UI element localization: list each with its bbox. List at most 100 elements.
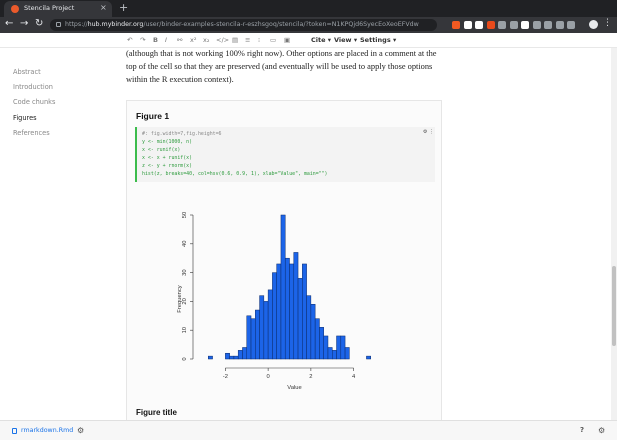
histogram-bar (297, 278, 303, 360)
file-name-link[interactable]: rmarkdown.Rmd (21, 427, 73, 434)
file-icon (12, 428, 17, 434)
tab-close-icon[interactable]: × (100, 3, 107, 12)
histogram-bar (272, 272, 277, 360)
tab-title: Stencila Project (24, 4, 75, 12)
address-bar[interactable]: https://hub.mybinder.org/user/binder-exa… (50, 19, 437, 31)
reload-icon[interactable]: ↻ (35, 18, 43, 29)
superscript-icon[interactable]: x² (190, 36, 196, 44)
extension-icon[interactable] (567, 21, 575, 29)
browser-menu-icon[interactable]: ⋮ (603, 18, 612, 28)
toc-item-abstract[interactable]: Abstract (13, 68, 41, 76)
vertical-scrollbar[interactable] (611, 48, 617, 420)
italic-icon[interactable]: I (165, 36, 167, 44)
code-line: x <- x + runif(x) (142, 155, 193, 161)
body-paragraph[interactable]: (although that is not working 100% right… (126, 48, 446, 86)
help-icon[interactable]: ? (580, 426, 584, 434)
histogram-bar (284, 257, 290, 360)
redo-icon[interactable]: ↷ (140, 36, 145, 44)
url-host: hub.mybinder.org (87, 21, 144, 28)
y-tick-label: 0 (182, 357, 188, 360)
histogram-bar (255, 309, 260, 360)
url-scheme: https:// (65, 21, 88, 28)
histogram-bar (225, 352, 230, 360)
histogram-bar (233, 355, 239, 360)
extension-icon[interactable] (452, 21, 460, 29)
histogram-bar (310, 304, 316, 360)
undo-icon[interactable]: ↶ (127, 36, 132, 44)
x-axis-title: Value (287, 385, 301, 391)
profile-avatar[interactable] (589, 20, 598, 29)
cell-options-icon[interactable]: ⚙ ⋮ (423, 129, 434, 135)
extension-icon[interactable] (463, 21, 472, 29)
code-line: x <- runif(x) (142, 147, 181, 153)
status-bar: rmarkdown.Rmd ⚙ ? ⚙ (0, 420, 617, 440)
toc-item-references[interactable]: References (13, 129, 50, 137)
preferences-gear-icon[interactable]: ⚙ (598, 426, 605, 435)
histogram-chart: 01020304050-2 0 2 4ValueFrequency (177, 212, 371, 391)
settings-gear-icon[interactable]: ⚙ (77, 426, 84, 435)
histogram-bar (267, 289, 273, 360)
stencila-favicon-icon (11, 5, 19, 13)
toc-item-introduction[interactable]: Introduction (13, 83, 53, 91)
cite-menu[interactable]: Cite ▾ (311, 36, 331, 44)
y-tick-label: 50 (182, 212, 188, 218)
histogram-bar (302, 263, 307, 360)
ordered-list-icon[interactable]: ⁝ (258, 36, 260, 44)
y-axis-title: Frequency (177, 285, 183, 312)
histogram-bar (280, 214, 286, 360)
extension-icon[interactable] (521, 21, 529, 29)
extension-icon[interactable] (498, 21, 506, 29)
x-tick-label: 2 (309, 374, 312, 380)
link-icon[interactable]: ⚯ (177, 36, 182, 44)
table-icon[interactable]: ▤ (232, 36, 238, 44)
blockquote-icon[interactable]: ▭ (270, 36, 276, 44)
figure-icon[interactable]: ▣ (284, 36, 290, 44)
histogram-bar (332, 350, 337, 360)
extension-icon[interactable] (486, 21, 495, 29)
histogram-bar (237, 350, 243, 360)
extension-icon[interactable] (555, 21, 564, 29)
list-icon[interactable]: ≡ (245, 36, 250, 44)
histogram-bar (276, 263, 282, 360)
x-tick-label: 0 (267, 374, 270, 380)
extension-icon[interactable] (509, 21, 518, 29)
bold-icon[interactable]: B (153, 36, 158, 44)
y-tick-label: 10 (182, 327, 188, 333)
code-icon[interactable]: </> (216, 36, 229, 44)
histogram-bar (314, 318, 320, 360)
settings-menu[interactable]: Settings ▾ (360, 36, 396, 44)
view-menu[interactable]: View ▾ (334, 36, 357, 44)
code-line: hist(z, breaks=40, col=hsv(0.6, 0.9, 1),… (142, 171, 328, 177)
toc-item-figures[interactable]: Figures (13, 114, 37, 122)
browser-tab-strip: Stencila Project × + (0, 0, 617, 17)
url-path: /user/binder-examples-stencila-r-eszhsgo… (143, 21, 419, 28)
histogram-bar (306, 295, 312, 360)
histogram-bar (250, 318, 256, 360)
code-chunk[interactable]: #: fig.width=7,fig.height=6 y <- min(100… (135, 127, 435, 182)
subscript-icon[interactable]: x₂ (203, 36, 209, 44)
extension-icon[interactable] (532, 21, 541, 29)
histogram-bar (327, 347, 333, 360)
back-arrow-icon[interactable]: ← (5, 18, 13, 29)
forward-arrow-icon[interactable]: → (20, 18, 28, 29)
histogram-bar (263, 301, 269, 360)
code-line: #: fig.width=7,fig.height=6 (142, 131, 222, 137)
scrollbar-thumb[interactable] (612, 266, 616, 346)
browser-tab[interactable]: Stencila Project × (4, 1, 112, 17)
x-tick-label: 4 (352, 374, 356, 380)
toc-item-code-chunks[interactable]: Code chunks (13, 98, 55, 106)
y-tick-label: 30 (182, 269, 188, 275)
browser-toolbar: ← → ↻ https://hub.mybinder.org/user/bind… (0, 17, 617, 33)
histogram-bar (242, 347, 248, 360)
code-line: y <- min(1000, n) (142, 139, 193, 145)
histogram-bar (366, 355, 371, 360)
code-line: z <- y + rnorm(x) (142, 163, 193, 169)
new-tab-button[interactable]: + (119, 1, 128, 14)
histogram-bar (293, 252, 299, 360)
extension-icon[interactable] (475, 21, 483, 29)
figure-label: Figure 1 (136, 111, 170, 121)
extension-icon[interactable] (544, 21, 552, 29)
histogram-bar (340, 335, 346, 360)
lock-icon (56, 22, 61, 27)
x-tick-label: -2 (223, 374, 228, 380)
